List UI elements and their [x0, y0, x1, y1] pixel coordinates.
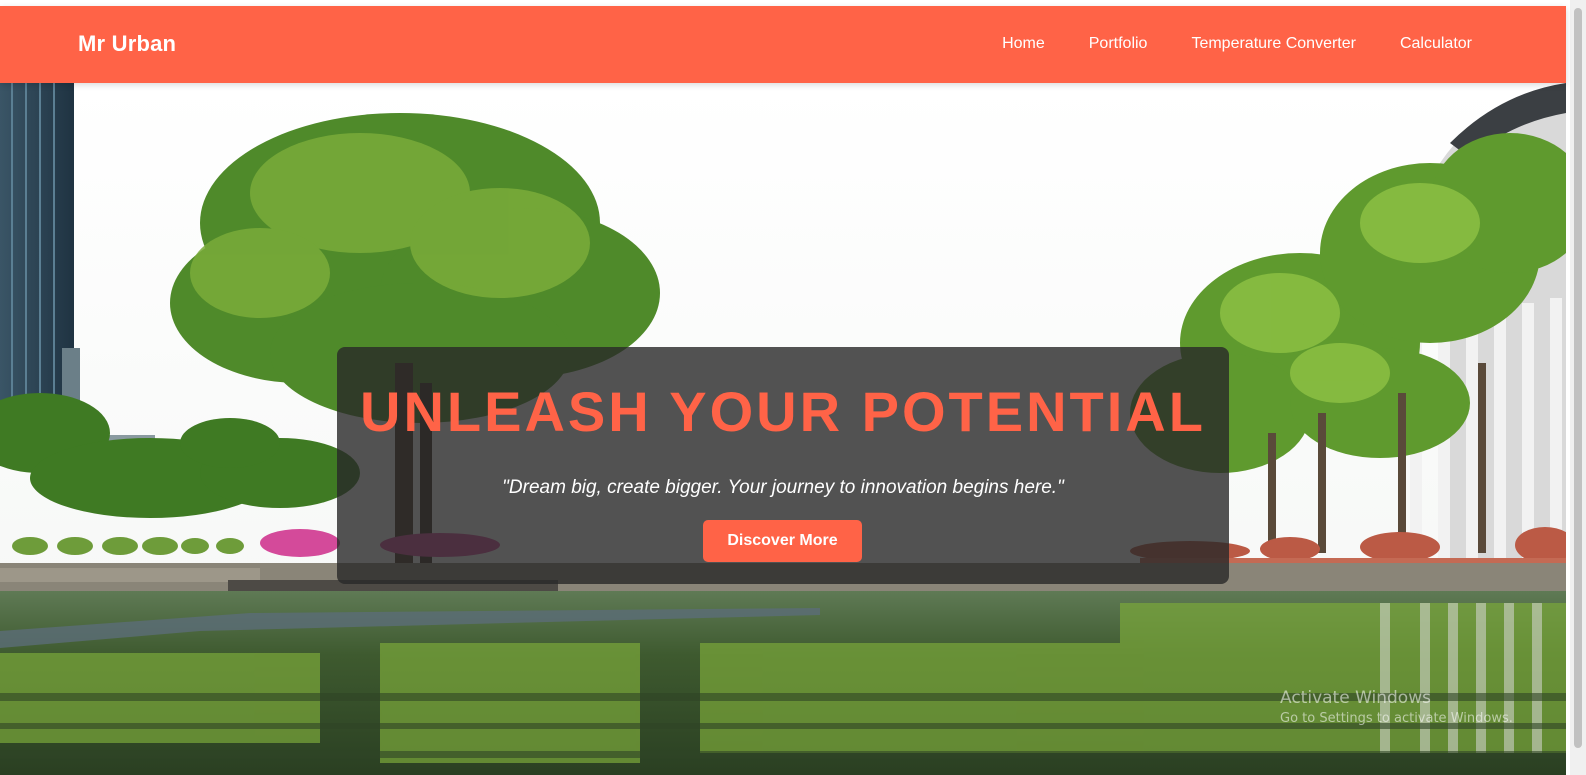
discover-more-button[interactable]: Discover More	[703, 520, 862, 562]
nav-links: Home Portfolio Temperature Converter Cal…	[1002, 35, 1472, 53]
brand-logo[interactable]: Mr Urban	[78, 31, 176, 57]
nav-link-portfolio[interactable]: Portfolio	[1089, 35, 1148, 53]
nav-link-calculator[interactable]: Calculator	[1400, 35, 1472, 53]
hero-overlay-card: UNLEASH YOUR POTENTIAL "Dream big, creat…	[337, 347, 1229, 584]
watermark-title: Activate Windows	[1280, 688, 1431, 708]
watermark-subtitle: Go to Settings to activate Windows.	[1280, 711, 1513, 726]
nav-link-temperature-converter[interactable]: Temperature Converter	[1191, 35, 1356, 53]
vertical-scrollbar[interactable]	[1570, 0, 1586, 775]
hero-headline: UNLEASH YOUR POTENTIAL	[360, 380, 1206, 443]
hero-tagline: "Dream big, create bigger. Your journey …	[502, 477, 1064, 498]
scrollbar-thumb[interactable]	[1574, 8, 1582, 748]
navbar: Mr Urban Home Portfolio Temperature Conv…	[0, 6, 1566, 83]
windows-activation-watermark: Activate Windows Go to Settings to activ…	[1280, 688, 1513, 726]
page: Mr Urban Home Portfolio Temperature Conv…	[0, 0, 1586, 775]
nav-link-home[interactable]: Home	[1002, 35, 1045, 53]
